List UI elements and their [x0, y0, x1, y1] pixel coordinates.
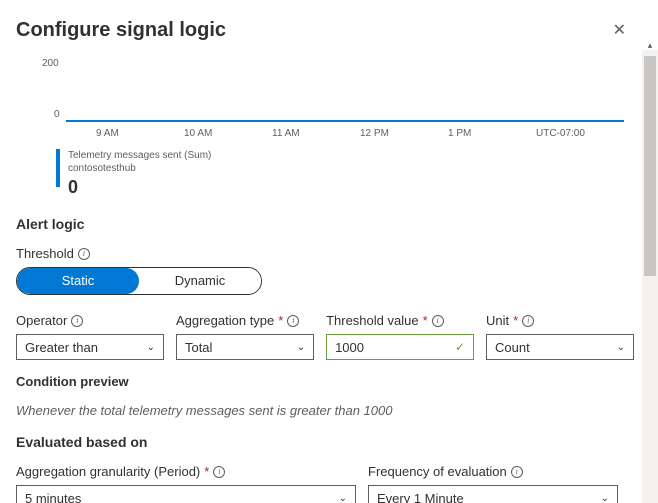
operator-label: Operator: [16, 313, 67, 328]
toggle-static[interactable]: Static: [17, 268, 139, 294]
x-tick: 1 PM: [448, 128, 536, 139]
scrollbar-thumb[interactable]: [644, 56, 656, 276]
x-tick: 12 PM: [360, 128, 448, 139]
alert-logic-heading: Alert logic: [16, 216, 634, 232]
evaluated-heading: Evaluated based on: [16, 434, 634, 450]
frequency-value: Every 1 Minute: [377, 491, 464, 503]
chevron-down-icon: ⌄: [617, 342, 625, 353]
granularity-label: Aggregation granularity (Period): [16, 464, 200, 479]
chevron-down-icon: ⌄: [339, 493, 347, 503]
close-icon[interactable]: ✕: [605, 16, 634, 44]
aggtype-select[interactable]: Total ⌄: [176, 334, 314, 360]
y-tick: 0: [54, 109, 60, 120]
threshval-label: Threshold value: [326, 313, 419, 328]
page-title: Configure signal logic: [16, 19, 226, 42]
chevron-down-icon: ⌄: [297, 342, 305, 353]
x-tick: 11 AM: [272, 128, 360, 139]
operator-value: Greater than: [25, 340, 98, 355]
legend-value: 0: [68, 177, 211, 198]
threshold-value-input[interactable]: 1000 ✓: [326, 334, 474, 360]
unit-value: Count: [495, 340, 530, 355]
scroll-up-icon[interactable]: ▴: [642, 40, 658, 51]
y-tick: 200: [42, 58, 59, 69]
info-icon[interactable]: i: [432, 315, 444, 327]
operator-select[interactable]: Greater than ⌄: [16, 334, 164, 360]
frequency-label: Frequency of evaluation: [368, 464, 507, 479]
unit-label: Unit: [486, 313, 509, 328]
legend-color-swatch: [56, 149, 60, 187]
condition-preview-text: Whenever the total telemetry messages se…: [16, 403, 634, 418]
info-icon[interactable]: i: [78, 248, 90, 260]
aggtype-value: Total: [185, 340, 212, 355]
metric-chart: 200 0 9 AM 10 AM 11 AM 12 PM 1 PM UTC-07…: [36, 58, 634, 198]
info-icon[interactable]: i: [522, 315, 534, 327]
threshval-value: 1000: [335, 340, 364, 355]
x-tick: 9 AM: [96, 128, 184, 139]
legend-metric: Telemetry messages sent (Sum): [68, 149, 211, 162]
check-icon: ✓: [455, 340, 465, 354]
threshold-label: Threshold: [16, 246, 74, 261]
chevron-down-icon: ⌄: [601, 493, 609, 503]
x-tick: 10 AM: [184, 128, 272, 139]
granularity-value: 5 minutes: [25, 491, 81, 503]
threshold-toggle[interactable]: Static Dynamic: [16, 267, 262, 295]
info-icon[interactable]: i: [287, 315, 299, 327]
required-indicator: *: [423, 313, 428, 328]
timezone-label: UTC-07:00: [536, 128, 624, 139]
info-icon[interactable]: i: [511, 466, 523, 478]
aggtype-label: Aggregation type: [176, 313, 274, 328]
info-icon[interactable]: i: [71, 315, 83, 327]
required-indicator: *: [513, 313, 518, 328]
info-icon[interactable]: i: [213, 466, 225, 478]
granularity-select[interactable]: 5 minutes ⌄: [16, 485, 356, 503]
frequency-select[interactable]: Every 1 Minute ⌄: [368, 485, 618, 503]
required-indicator: *: [204, 464, 209, 479]
chart-baseline: [66, 120, 624, 122]
scrollbar[interactable]: ▴: [642, 50, 658, 503]
chevron-down-icon: ⌄: [147, 342, 155, 353]
legend-resource: contosotesthub: [68, 162, 211, 175]
unit-select[interactable]: Count ⌄: [486, 334, 634, 360]
condition-preview-label: Condition preview: [16, 374, 634, 389]
toggle-dynamic[interactable]: Dynamic: [139, 268, 261, 294]
required-indicator: *: [278, 313, 283, 328]
